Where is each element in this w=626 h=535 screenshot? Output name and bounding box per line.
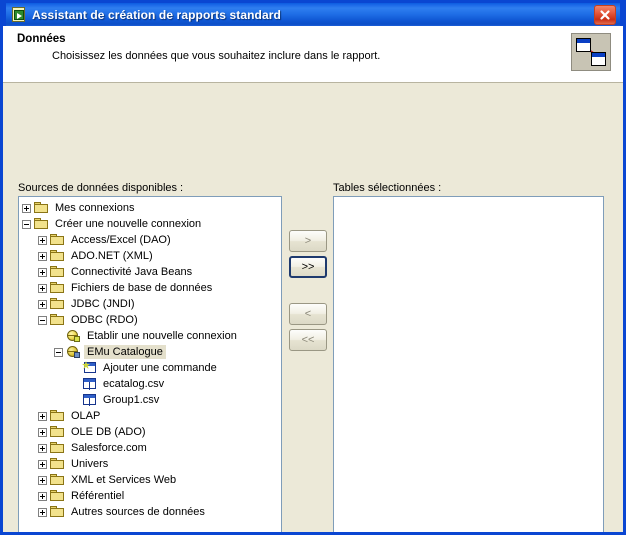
expand-icon[interactable] [38, 251, 47, 261]
page-title: Données [17, 33, 66, 45]
tree-item[interactable]: OLAP [22, 408, 281, 424]
collapse-icon[interactable] [38, 315, 47, 325]
folder-icon [50, 297, 66, 311]
tree-item[interactable]: Connectivité Java Beans [22, 264, 281, 280]
tree-item[interactable]: Univers [22, 456, 281, 472]
report-wizard-icon [11, 6, 27, 23]
tree-item[interactable]: Autres sources de données [22, 504, 281, 520]
linked-data-sources-icon [571, 33, 611, 71]
tree-item-label: ecatalog.csv [103, 378, 165, 390]
tree-item[interactable]: Fichiers de base de données [22, 280, 281, 296]
add-selected-button[interactable]: > [289, 230, 327, 252]
collapse-icon[interactable] [54, 347, 63, 357]
tree-item-label: Mes connexions [55, 202, 135, 214]
available-data-sources-tree[interactable]: Mes connexions Créer une nouvelle connexi… [18, 196, 282, 532]
expand-icon[interactable] [38, 475, 47, 485]
tree-item-label: JDBC (JNDI) [71, 298, 135, 310]
close-icon[interactable] [594, 4, 616, 25]
collapse-icon[interactable] [22, 219, 31, 229]
tree-item-label: OLAP [71, 410, 101, 422]
tree-item-label: Fichiers de base de données [71, 282, 213, 294]
expand-icon[interactable] [38, 235, 47, 245]
new-connection-icon [66, 329, 82, 343]
tree-item-label: OLE DB (ADO) [71, 426, 146, 438]
tree-item[interactable]: OLE DB (ADO) [22, 424, 281, 440]
tree-item[interactable]: ODBC (RDO) [22, 312, 281, 328]
expand-icon[interactable] [22, 203, 31, 213]
folder-icon [50, 313, 66, 327]
tree-item-label: Autres sources de données [71, 506, 205, 518]
dialog-body: Sources de données disponibles : Tables … [3, 83, 623, 532]
expand-icon[interactable] [38, 267, 47, 277]
tree-item[interactable]: Group1.csv [22, 392, 281, 408]
remove-selected-button[interactable]: < [289, 303, 327, 325]
folder-icon [50, 409, 66, 423]
folder-icon [50, 457, 66, 471]
folder-icon [34, 217, 50, 231]
folder-icon [50, 281, 66, 295]
table-icon [82, 377, 98, 391]
tree-item-label: EMu Catalogue [84, 345, 166, 359]
tree-item[interactable]: XML et Services Web [22, 472, 281, 488]
add-command-icon [82, 361, 98, 375]
folder-icon [50, 441, 66, 455]
expand-icon[interactable] [38, 491, 47, 501]
report-wizard-dialog: Assistant de création de rapports standa… [0, 0, 626, 535]
connection-icon [66, 345, 82, 359]
expand-icon[interactable] [38, 427, 47, 437]
page-subtitle: Choisissez les données que vous souhaite… [52, 50, 381, 62]
expand-icon[interactable] [38, 459, 47, 469]
expand-icon[interactable] [38, 507, 47, 517]
folder-icon [50, 265, 66, 279]
wizard-header: Données Choisissez les données que vous … [3, 26, 623, 83]
tree-item-label: XML et Services Web [71, 474, 177, 486]
tree-item-label: Access/Excel (DAO) [71, 234, 171, 246]
folder-icon [34, 201, 50, 215]
tree-item-label: Référentiel [71, 490, 125, 502]
folder-icon [50, 489, 66, 503]
tree-item-label: Ajouter une commande [103, 362, 217, 374]
table-icon [82, 393, 98, 407]
tree-item-label: ADO.NET (XML) [71, 250, 153, 262]
tree-item[interactable]: JDBC (JNDI) [22, 296, 281, 312]
add-all-button[interactable]: >> [289, 256, 327, 278]
tree-item[interactable]: ecatalog.csv [22, 376, 281, 392]
selected-tables-label: Tables sélectionnées : [333, 182, 442, 194]
expand-icon[interactable] [38, 283, 47, 293]
folder-icon [50, 505, 66, 519]
tree-item[interactable]: Référentiel [22, 488, 281, 504]
tree-item[interactable]: Access/Excel (DAO) [22, 232, 281, 248]
tree-item[interactable]: Mes connexions [22, 200, 281, 216]
available-sources-label: Sources de données disponibles : [18, 182, 184, 194]
title-bar: Assistant de création de rapports standa… [3, 0, 623, 26]
expand-icon[interactable] [38, 443, 47, 453]
folder-icon [50, 249, 66, 263]
tree-item[interactable]: Créer une nouvelle connexion [22, 216, 281, 232]
tree-item[interactable]: ADO.NET (XML) [22, 248, 281, 264]
expand-icon[interactable] [38, 299, 47, 309]
folder-icon [50, 425, 66, 439]
tree-item[interactable]: EMu Catalogue [22, 344, 281, 360]
tree-item[interactable]: Etablir une nouvelle connexion [22, 328, 281, 344]
selected-tables-list[interactable] [333, 196, 604, 532]
tree-item-label: ODBC (RDO) [71, 314, 138, 326]
tree-item[interactable]: Salesforce.com [22, 440, 281, 456]
tree-item-label: Group1.csv [103, 394, 160, 406]
tree-item[interactable]: Ajouter une commande [22, 360, 281, 376]
folder-icon [50, 233, 66, 247]
tree-item-label: Connectivité Java Beans [71, 266, 193, 278]
window-title: Assistant de création de rapports standa… [32, 7, 281, 22]
folder-icon [50, 473, 66, 487]
tree-item-label: Univers [71, 458, 109, 470]
tree-item-label: Salesforce.com [71, 442, 147, 454]
expand-icon[interactable] [38, 411, 47, 421]
tree-item-label: Créer une nouvelle connexion [55, 218, 202, 230]
tree-item-label: Etablir une nouvelle connexion [87, 330, 237, 342]
remove-all-button[interactable]: << [289, 329, 327, 351]
